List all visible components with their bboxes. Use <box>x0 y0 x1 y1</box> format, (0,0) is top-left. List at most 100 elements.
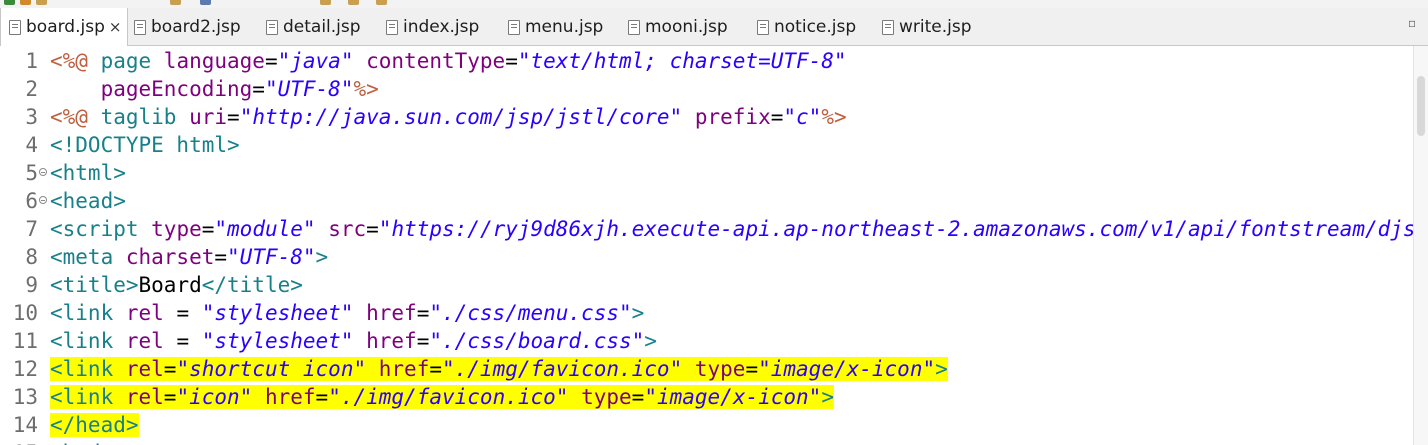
code-text: <%@ page language="java" contentType="te… <box>50 47 847 75</box>
code-token: <head> <box>50 189 126 213</box>
tab-detail-jsp[interactable]: detail.jsp <box>266 8 381 46</box>
code-token: <script <box>50 217 152 241</box>
toolbar-icon[interactable] <box>348 0 359 5</box>
code-token: "image/x-icon" <box>644 385 822 409</box>
code-token: <!DOCTYPE html> <box>50 133 240 157</box>
line-number: 14 <box>12 413 38 437</box>
fold-toggle-icon[interactable] <box>39 196 47 204</box>
toolbar-icon[interactable] <box>36 0 47 5</box>
code-token: = <box>429 357 442 381</box>
code-line[interactable]: 6 <head> <box>0 187 1428 215</box>
toolbar-icon[interactable] <box>200 0 211 5</box>
code-line[interactable]: 10 <link rel = "stylesheet" href="./css/m… <box>0 299 1428 327</box>
code-token <box>682 357 695 381</box>
vertical-scrollbar[interactable] <box>1413 46 1428 445</box>
tab-board-jsp[interactable]: board.jsp × <box>0 8 128 46</box>
toolbar-icon[interactable] <box>376 0 387 5</box>
code-line[interactable]: 9 <title>Board</title> <box>0 271 1428 299</box>
code-token: = <box>416 301 430 325</box>
line-number: 12 <box>12 357 38 381</box>
tab-menu-jsp[interactable]: menu.jsp <box>508 8 620 46</box>
fold-toggle-icon[interactable] <box>39 168 47 176</box>
code-token: "./css/board.css" <box>429 329 645 353</box>
code-line[interactable]: 13 <link rel="icon" href="./img/favicon.i… <box>0 383 1428 411</box>
close-icon[interactable]: × <box>109 18 122 36</box>
tab-notice-jsp[interactable]: notice.jsp <box>757 8 875 46</box>
code-text: <html> <box>50 159 126 187</box>
toolbar-icon[interactable] <box>170 0 181 5</box>
code-token: "http://java.sun.com/jsp/jstl/core" <box>239 105 683 129</box>
tab-index-jsp[interactable]: index.jsp <box>386 8 498 46</box>
code-line[interactable]: 14 </head> <box>0 411 1428 439</box>
code-text: <script type="module" src="https://ryj9d… <box>50 215 1428 243</box>
code-token: = <box>163 301 202 325</box>
code-line[interactable]: 8 <meta charset="UTF-8"> <box>0 243 1428 271</box>
tab-list-menu-icon[interactable]: ▫ <box>1408 16 1422 30</box>
code-token: "UTF-8" <box>227 245 316 269</box>
code-text: pageEncoding="UTF-8"%> <box>50 75 379 103</box>
code-token: prefix <box>694 105 771 129</box>
toolbar <box>0 0 1428 8</box>
code-token: <link <box>50 385 126 409</box>
code-token: = <box>252 77 265 101</box>
code-token: type <box>694 357 746 381</box>
jsp-file-icon <box>882 19 894 35</box>
code-token: page <box>100 49 164 73</box>
jsp-file-icon <box>134 19 146 35</box>
code-token: %> <box>821 105 847 129</box>
code-token: uri <box>189 105 228 129</box>
jsp-file-icon <box>757 19 769 35</box>
tab-label: board2.jsp <box>151 17 241 37</box>
code-token: </title> <box>201 273 303 297</box>
tab-label: detail.jsp <box>283 17 361 37</box>
code-token: contentType <box>366 49 506 73</box>
line-number: 15 <box>0 439 38 445</box>
code-token: type <box>151 217 202 241</box>
code-token: rel <box>125 301 164 325</box>
tab-board2-jsp[interactable]: board2.jsp <box>134 8 259 46</box>
toolbar-icon[interactable] <box>4 0 15 5</box>
code-line[interactable]: 3 <%@ taglib uri="http://java.sun.com/jsp… <box>0 103 1428 131</box>
toolbar-icon[interactable] <box>320 0 331 5</box>
code-token: href <box>366 329 417 353</box>
code-token: type <box>581 385 632 409</box>
code-line[interactable]: 5 <html> <box>0 159 1428 187</box>
jsp-file-icon <box>628 19 640 35</box>
line-number: 13 <box>12 385 38 409</box>
code-token: = <box>631 385 645 409</box>
code-token: = <box>214 245 228 269</box>
code-line[interactable]: 2 pageEncoding="UTF-8"%> <box>0 75 1428 103</box>
toolbar-icon[interactable] <box>20 0 31 5</box>
code-line[interactable]: 15 <body> <box>0 439 1428 445</box>
code-line[interactable]: 7 <script type="module" src="https://ryj9… <box>0 215 1428 243</box>
code-editor[interactable]: 1 <%@ page language="java" contentType="t… <box>0 46 1428 445</box>
code-token: <html> <box>50 161 126 185</box>
editor-tab-bar: board.jsp × board2.jsp detail.jsp index.… <box>0 8 1428 46</box>
code-token: = <box>770 105 784 129</box>
code-token: href <box>366 301 417 325</box>
line-number: 2 <box>25 77 38 101</box>
code-line[interactable]: 1 <%@ page language="java" contentType="t… <box>0 47 1428 75</box>
code-line[interactable]: 4 <!DOCTYPE html> <box>0 131 1428 159</box>
code-token: = <box>227 105 240 129</box>
code-token: "stylesheet" <box>201 329 354 353</box>
tab-mooni-jsp[interactable]: mooni.jsp <box>628 8 748 46</box>
code-token: "./img/favicon.ico" <box>442 357 683 381</box>
code-token: "stylesheet" <box>201 301 354 325</box>
code-token: "module" <box>214 217 316 241</box>
scrollbar-thumb[interactable] <box>1417 76 1425 136</box>
tab-label: index.jsp <box>403 17 480 37</box>
jsp-file-icon <box>508 19 520 35</box>
tab-write-jsp[interactable]: write.jsp <box>882 8 992 46</box>
code-token: src <box>328 217 367 241</box>
code-line[interactable]: 12 <link rel="shortcut icon" href="./img/… <box>0 355 1428 383</box>
code-token: rel <box>125 385 164 409</box>
line-number: 11 <box>12 329 38 353</box>
code-token: </head> <box>50 413 139 437</box>
code-token: <link <box>50 329 126 353</box>
code-token: "shortcut icon" <box>176 357 367 381</box>
code-token: "icon" <box>176 385 253 409</box>
code-line[interactable]: 11 <link rel = "stylesheet" href="./css/b… <box>0 327 1428 355</box>
